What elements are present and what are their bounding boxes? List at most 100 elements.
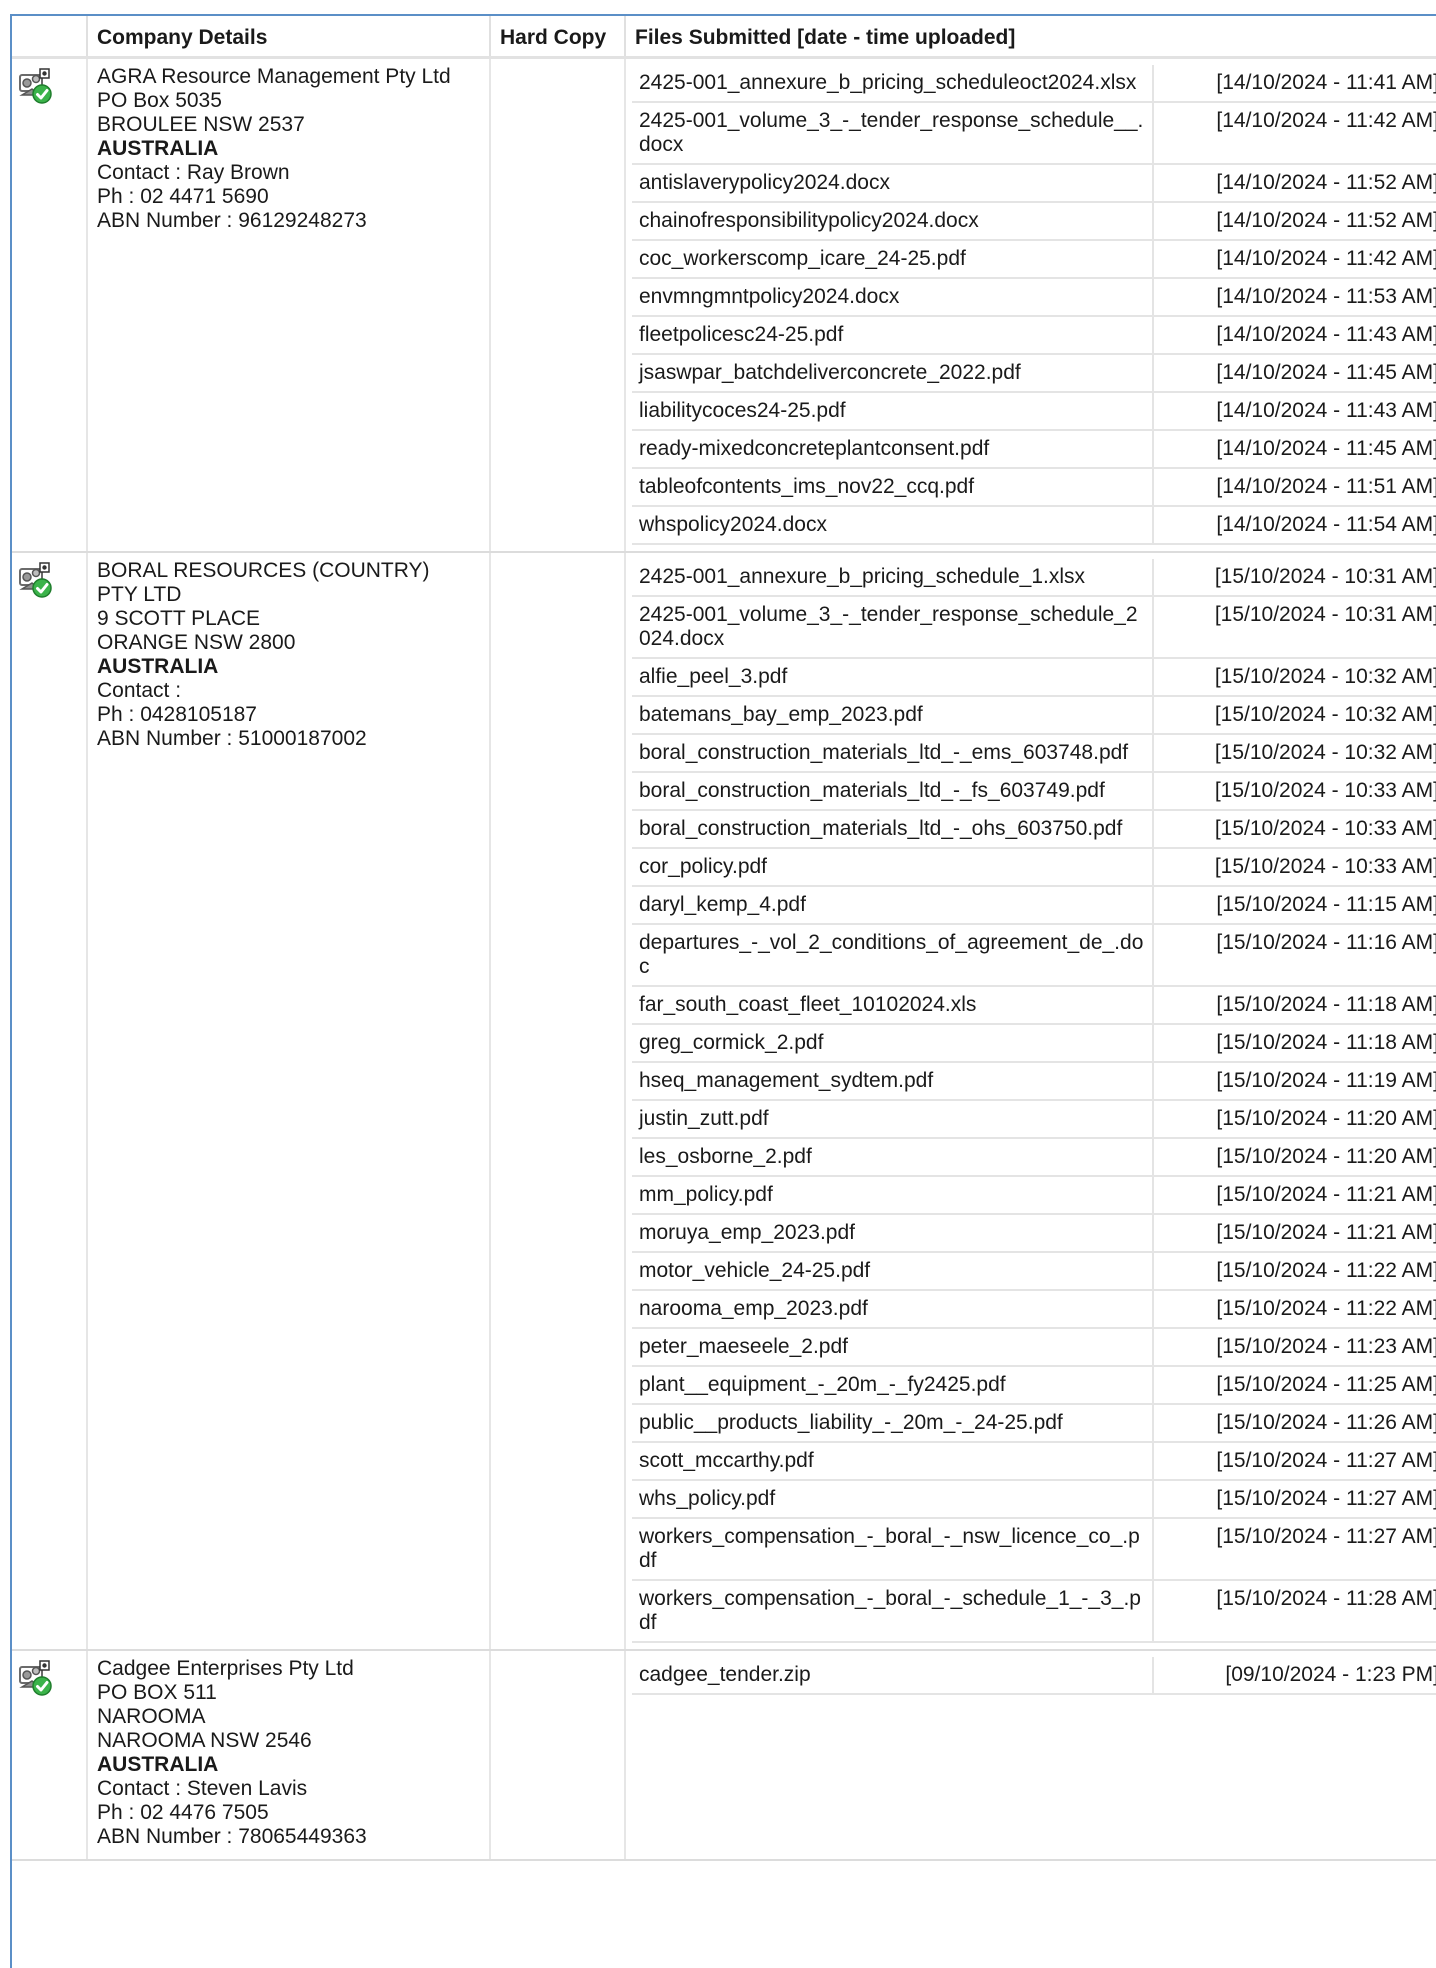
address-line: BROULEE NSW 2537	[97, 113, 305, 136]
file-link[interactable]: jsaswpar_batchdeliverconcrete_2022.pdf	[632, 354, 1154, 393]
phone-number: Ph : 02 4471 5690	[97, 185, 269, 208]
header-status	[12, 16, 88, 59]
address-line: PO Box 5035	[97, 89, 222, 112]
file-link[interactable]: les_osborne_2.pdf	[632, 1138, 1154, 1177]
file-uploaded-time: [15/10/2024 - 11:22 AM]	[1153, 1252, 1436, 1291]
file-row: 2425-001_annexure_b_pricing_schedule_1.x…	[632, 559, 1436, 597]
file-row: fleetpolicesc24-25.pdf [14/10/2024 - 11:4…	[632, 316, 1436, 355]
file-row: chainofresponsibilitypolicy2024.docx [14/…	[632, 202, 1436, 241]
submissions-table: Company Details Hard Copy Files Submitte…	[12, 16, 1436, 1861]
hard-copy-cell	[490, 57, 626, 553]
file-row: public__products_liability_-_20m_-_24-25…	[632, 1404, 1436, 1443]
file-uploaded-time: [15/10/2024 - 11:27 AM]	[1153, 1480, 1436, 1519]
country: AUSTRALIA	[97, 1753, 219, 1776]
address-line: ORANGE NSW 2800	[97, 631, 296, 654]
file-link[interactable]: public__products_liability_-_20m_-_24-25…	[632, 1404, 1154, 1443]
file-uploaded-time: [15/10/2024 - 11:26 AM]	[1153, 1404, 1436, 1443]
address-line: PO BOX 511	[97, 1681, 217, 1704]
file-link[interactable]: peter_maeseele_2.pdf	[632, 1328, 1154, 1367]
file-link[interactable]: fleetpolicesc24-25.pdf	[632, 316, 1154, 355]
file-uploaded-time: [15/10/2024 - 10:33 AM]	[1153, 810, 1436, 849]
contact-person: Contact : Steven Lavis	[97, 1777, 308, 1800]
file-link[interactable]: far_south_coast_fleet_10102024.xls	[632, 986, 1154, 1025]
files-cell: 2425-001_annexure_b_pricing_schedule_1.x…	[625, 552, 1436, 1651]
hard-copy-cell	[490, 552, 626, 1651]
submitted-check-icon	[18, 67, 86, 105]
file-link[interactable]: 2425-001_annexure_b_pricing_schedule_1.x…	[632, 559, 1154, 597]
file-link[interactable]: mm_policy.pdf	[632, 1176, 1154, 1215]
file-link[interactable]: envmngmntpolicy2024.docx	[632, 278, 1154, 317]
file-link[interactable]: cadgee_tender.zip	[632, 1657, 1154, 1695]
contact-person: Contact :	[97, 679, 182, 702]
file-uploaded-time: [15/10/2024 - 10:31 AM]	[1153, 559, 1436, 597]
file-link[interactable]: boral_construction_materials_ltd_-_ems_6…	[632, 734, 1154, 773]
file-uploaded-time: [14/10/2024 - 11:42 AM]	[1153, 102, 1436, 165]
company-details-cell: Cadgee Enterprises Pty Ltd PO BOX 511 NARO…	[87, 1650, 491, 1861]
file-link[interactable]: 2425-001_volume_3_-_tender_response_sche…	[632, 596, 1154, 659]
country: AUSTRALIA	[97, 137, 219, 160]
file-row: plant__equipment_-_20m_-_fy2425.pdf [15/1…	[632, 1366, 1436, 1405]
file-link[interactable]: scott_mccarthy.pdf	[632, 1442, 1154, 1481]
hard-copy-cell	[490, 1650, 626, 1861]
file-link[interactable]: alfie_peel_3.pdf	[632, 658, 1154, 697]
abn-number: ABN Number : 51000187002	[97, 727, 367, 750]
file-row: tableofcontents_ims_nov22_ccq.pdf [14/10/…	[632, 468, 1436, 507]
file-row: envmngmntpolicy2024.docx [14/10/2024 - 11…	[632, 278, 1436, 317]
header-hard-copy: Hard Copy	[490, 16, 626, 59]
file-link[interactable]: moruya_emp_2023.pdf	[632, 1214, 1154, 1253]
file-link[interactable]: narooma_emp_2023.pdf	[632, 1290, 1154, 1329]
file-row: jsaswpar_batchdeliverconcrete_2022.pdf [1…	[632, 354, 1436, 393]
phone-number: Ph : 0428105187	[97, 703, 257, 726]
file-uploaded-time: [14/10/2024 - 11:52 AM]	[1153, 202, 1436, 241]
status-cell	[12, 552, 88, 1651]
file-uploaded-time: [15/10/2024 - 11:23 AM]	[1153, 1328, 1436, 1367]
file-uploaded-time: [15/10/2024 - 11:28 AM]	[1153, 1580, 1436, 1643]
files-list: cadgee_tender.zip [09/10/2024 - 1:23 PM]	[632, 1657, 1436, 1695]
file-uploaded-time: [15/10/2024 - 11:20 AM]	[1153, 1138, 1436, 1177]
file-uploaded-time: [15/10/2024 - 11:18 AM]	[1153, 1024, 1436, 1063]
file-link[interactable]: departures_-_vol_2_conditions_of_agreeme…	[632, 924, 1154, 987]
file-link[interactable]: daryl_kemp_4.pdf	[632, 886, 1154, 925]
file-row: cor_policy.pdf [15/10/2024 - 10:33 AM]	[632, 848, 1436, 887]
file-link[interactable]: antislaverypolicy2024.docx	[632, 164, 1154, 203]
file-link[interactable]: justin_zutt.pdf	[632, 1100, 1154, 1139]
file-link[interactable]: chainofresponsibilitypolicy2024.docx	[632, 202, 1154, 241]
file-link[interactable]: plant__equipment_-_20m_-_fy2425.pdf	[632, 1366, 1154, 1405]
file-link[interactable]: whspolicy2024.docx	[632, 506, 1154, 545]
file-uploaded-time: [15/10/2024 - 11:27 AM]	[1153, 1518, 1436, 1581]
file-row: cadgee_tender.zip [09/10/2024 - 1:23 PM]	[632, 1657, 1436, 1695]
file-link[interactable]: coc_workerscomp_icare_24-25.pdf	[632, 240, 1154, 279]
file-link[interactable]: whs_policy.pdf	[632, 1480, 1154, 1519]
file-link[interactable]: batemans_bay_emp_2023.pdf	[632, 696, 1154, 735]
file-uploaded-time: [14/10/2024 - 11:43 AM]	[1153, 316, 1436, 355]
file-link[interactable]: motor_vehicle_24-25.pdf	[632, 1252, 1154, 1291]
file-link[interactable]: 2425-001_volume_3_-_tender_response_sche…	[632, 102, 1154, 165]
file-uploaded-time: [09/10/2024 - 1:23 PM]	[1153, 1657, 1436, 1695]
file-row: boral_construction_materials_ltd_-_fs_60…	[632, 772, 1436, 811]
contact-person: Contact : Ray Brown	[97, 161, 290, 184]
file-uploaded-time: [15/10/2024 - 11:18 AM]	[1153, 986, 1436, 1025]
abn-number: ABN Number : 96129248273	[97, 209, 367, 232]
file-row: 2425-001_volume_3_-_tender_response_sche…	[632, 596, 1436, 659]
file-link[interactable]: 2425-001_annexure_b_pricing_scheduleoct2…	[632, 65, 1154, 103]
file-link[interactable]: boral_construction_materials_ltd_-_ohs_6…	[632, 810, 1154, 849]
file-uploaded-time: [15/10/2024 - 10:32 AM]	[1153, 734, 1436, 773]
file-uploaded-time: [14/10/2024 - 11:41 AM]	[1153, 65, 1436, 103]
file-link[interactable]: workers_compensation_-_boral_-_schedule_…	[632, 1580, 1154, 1643]
file-link[interactable]: liabilitycoces24-25.pdf	[632, 392, 1154, 431]
file-row: scott_mccarthy.pdf [15/10/2024 - 11:27 AM…	[632, 1442, 1436, 1481]
file-link[interactable]: tableofcontents_ims_nov22_ccq.pdf	[632, 468, 1154, 507]
file-link[interactable]: cor_policy.pdf	[632, 848, 1154, 887]
file-link[interactable]: boral_construction_materials_ltd_-_fs_60…	[632, 772, 1154, 811]
file-link[interactable]: hseq_management_sydtem.pdf	[632, 1062, 1154, 1101]
file-uploaded-time: [15/10/2024 - 11:21 AM]	[1153, 1214, 1436, 1253]
file-row: coc_workerscomp_icare_24-25.pdf [14/10/20…	[632, 240, 1436, 279]
file-uploaded-time: [14/10/2024 - 11:42 AM]	[1153, 240, 1436, 279]
file-row: whspolicy2024.docx [14/10/2024 - 11:54 AM…	[632, 506, 1436, 545]
submitted-check-icon	[18, 561, 86, 599]
file-link[interactable]: workers_compensation_-_boral_-_nsw_licen…	[632, 1518, 1154, 1581]
file-link[interactable]: ready-mixedconcreteplantconsent.pdf	[632, 430, 1154, 469]
file-uploaded-time: [15/10/2024 - 11:21 AM]	[1153, 1176, 1436, 1215]
header-row: Company Details Hard Copy Files Submitte…	[12, 16, 1436, 59]
file-link[interactable]: greg_cormick_2.pdf	[632, 1024, 1154, 1063]
